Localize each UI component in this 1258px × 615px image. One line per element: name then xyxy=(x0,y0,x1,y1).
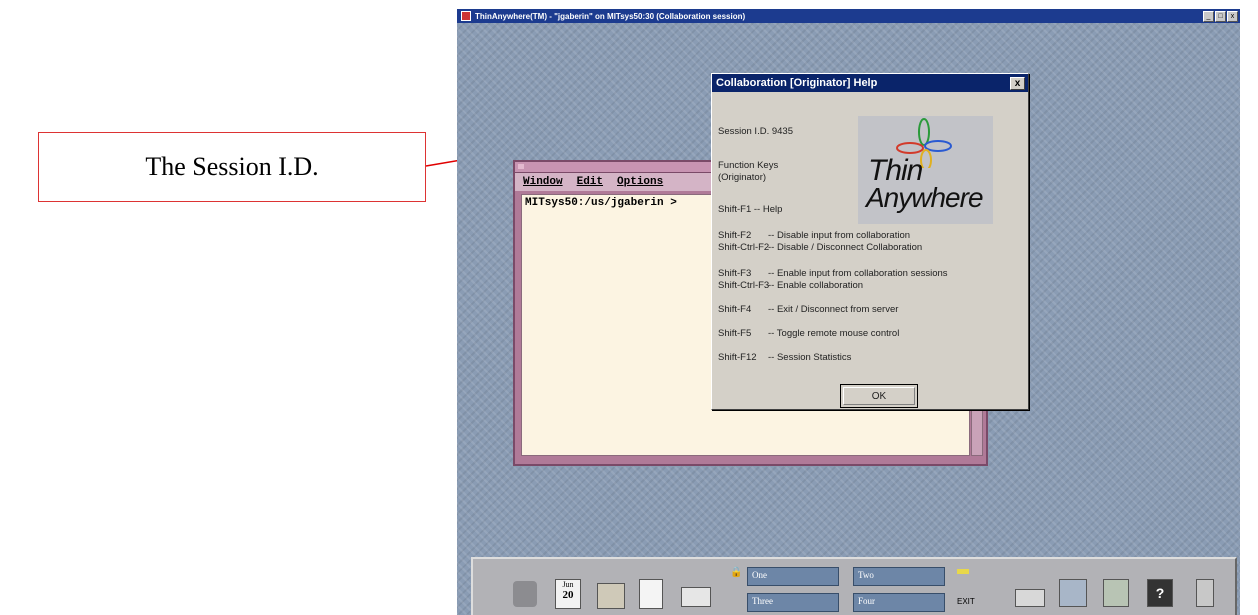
terminal-prompt: MITsys50:/us/jgaberin > xyxy=(525,197,677,209)
callout-box: The Session I.D. xyxy=(38,132,426,202)
session-id: Session I.D. 9435 xyxy=(718,126,793,137)
help-manager-icon[interactable]: ? xyxy=(1147,579,1175,609)
help-dialog: Collaboration [Originator] Help x Thin A… xyxy=(711,73,1029,410)
workspace-one[interactable]: One xyxy=(747,567,839,586)
workspace-three[interactable]: Three xyxy=(747,593,839,612)
exit-button[interactable]: EXIT xyxy=(957,597,975,606)
trash-icon[interactable] xyxy=(1191,579,1219,609)
ok-button[interactable]: OK xyxy=(840,384,918,408)
minimize-button[interactable]: _ xyxy=(1203,11,1214,22)
function-key: Shift-F5 xyxy=(718,328,752,339)
function-key-row: Shift-F3 -- Enable input from collaborati… xyxy=(718,268,948,279)
workspace-two[interactable]: Two xyxy=(853,567,945,586)
text-editor-icon[interactable] xyxy=(639,579,667,609)
logo-text-line2: Anywhere xyxy=(866,182,984,213)
dialog-titlebar[interactable]: Collaboration [Originator] Help x xyxy=(712,74,1028,92)
function-key: Shift-F3 xyxy=(718,268,752,279)
dialog-title: Collaboration [Originator] Help xyxy=(716,77,878,89)
function-key-desc: -- Enable input from collaboration sessi… xyxy=(768,268,948,279)
style-manager-icon[interactable] xyxy=(1059,579,1087,609)
printer-icon[interactable] xyxy=(1015,579,1045,609)
window-menu-icon[interactable] xyxy=(518,164,524,169)
workspace-four[interactable]: Four xyxy=(853,593,945,612)
function-key-desc: -- Session Statistics xyxy=(768,352,852,363)
menu-window[interactable]: Window xyxy=(523,176,563,188)
function-key-row: Shift-F12 -- Session Statistics xyxy=(718,352,851,363)
function-key-row: Shift-Ctrl-F2-- Disable / Disconnect Col… xyxy=(718,242,922,253)
menu-edit[interactable]: Edit xyxy=(577,176,603,188)
file-manager-icon[interactable] xyxy=(597,579,625,609)
ok-button-label: OK xyxy=(871,390,887,402)
app-icon xyxy=(461,11,471,21)
front-panel: Jun 20 🔒 One Two Three Four EXIT ? xyxy=(471,557,1237,615)
function-key-desc: -- Disable input from collaboration xyxy=(768,230,911,241)
lock-icon[interactable] xyxy=(513,581,537,607)
function-key-desc: -- Enable collaboration xyxy=(768,280,864,291)
help-key-line: Shift-F1 -- Help xyxy=(718,204,783,215)
calendar-day: 20 xyxy=(562,589,574,601)
function-keys-heading: Function Keys xyxy=(718,160,779,171)
callout-text: The Session I.D. xyxy=(145,152,319,181)
function-key: Shift-Ctrl-F2 xyxy=(718,242,770,253)
window-title: ThinAnywhere(TM) - "jgaberin" on MITsys5… xyxy=(475,11,746,21)
function-key-row: Shift-F4 -- Exit / Disconnect from server xyxy=(718,304,898,315)
function-key-desc: -- Disable / Disconnect Collaboration xyxy=(768,242,923,253)
calendar-icon[interactable]: Jun 20 xyxy=(555,579,583,609)
function-key-row: Shift-F2 -- Disable input from collaborat… xyxy=(718,230,910,241)
function-key: Shift-F4 xyxy=(718,304,752,315)
calendar-month: Jun xyxy=(562,580,574,589)
app-manager-icon[interactable] xyxy=(1103,579,1131,609)
function-key-row: Shift-Ctrl-F3-- Enable collaboration xyxy=(718,280,863,291)
close-button[interactable]: x xyxy=(1227,11,1238,22)
function-key: Shift-F2 xyxy=(718,230,752,241)
padlock-icon[interactable]: 🔒 xyxy=(730,567,742,578)
mailer-icon[interactable] xyxy=(681,579,711,609)
function-keys-sub: (Originator) xyxy=(718,172,767,183)
function-key-desc: -- Toggle remote mouse control xyxy=(768,328,900,339)
remote-desktop: ThinAnywhere(TM) - "jgaberin" on MITsys5… xyxy=(457,9,1240,615)
menu-options[interactable]: Options xyxy=(617,176,663,188)
function-key-row: Shift-F5 -- Toggle remote mouse control xyxy=(718,328,899,339)
function-key: Shift-Ctrl-F3 xyxy=(718,280,770,291)
dialog-close-button[interactable]: x xyxy=(1010,76,1025,90)
window-titlebar[interactable]: ThinAnywhere(TM) - "jgaberin" on MITsys5… xyxy=(457,9,1240,23)
maximize-button[interactable]: □ xyxy=(1215,11,1226,22)
busy-light-icon xyxy=(957,569,969,574)
thinanywhere-logo: Thin Anywhere xyxy=(858,116,993,224)
function-key-desc: -- Exit / Disconnect from server xyxy=(768,304,899,315)
function-key: Shift-F12 xyxy=(718,352,757,363)
